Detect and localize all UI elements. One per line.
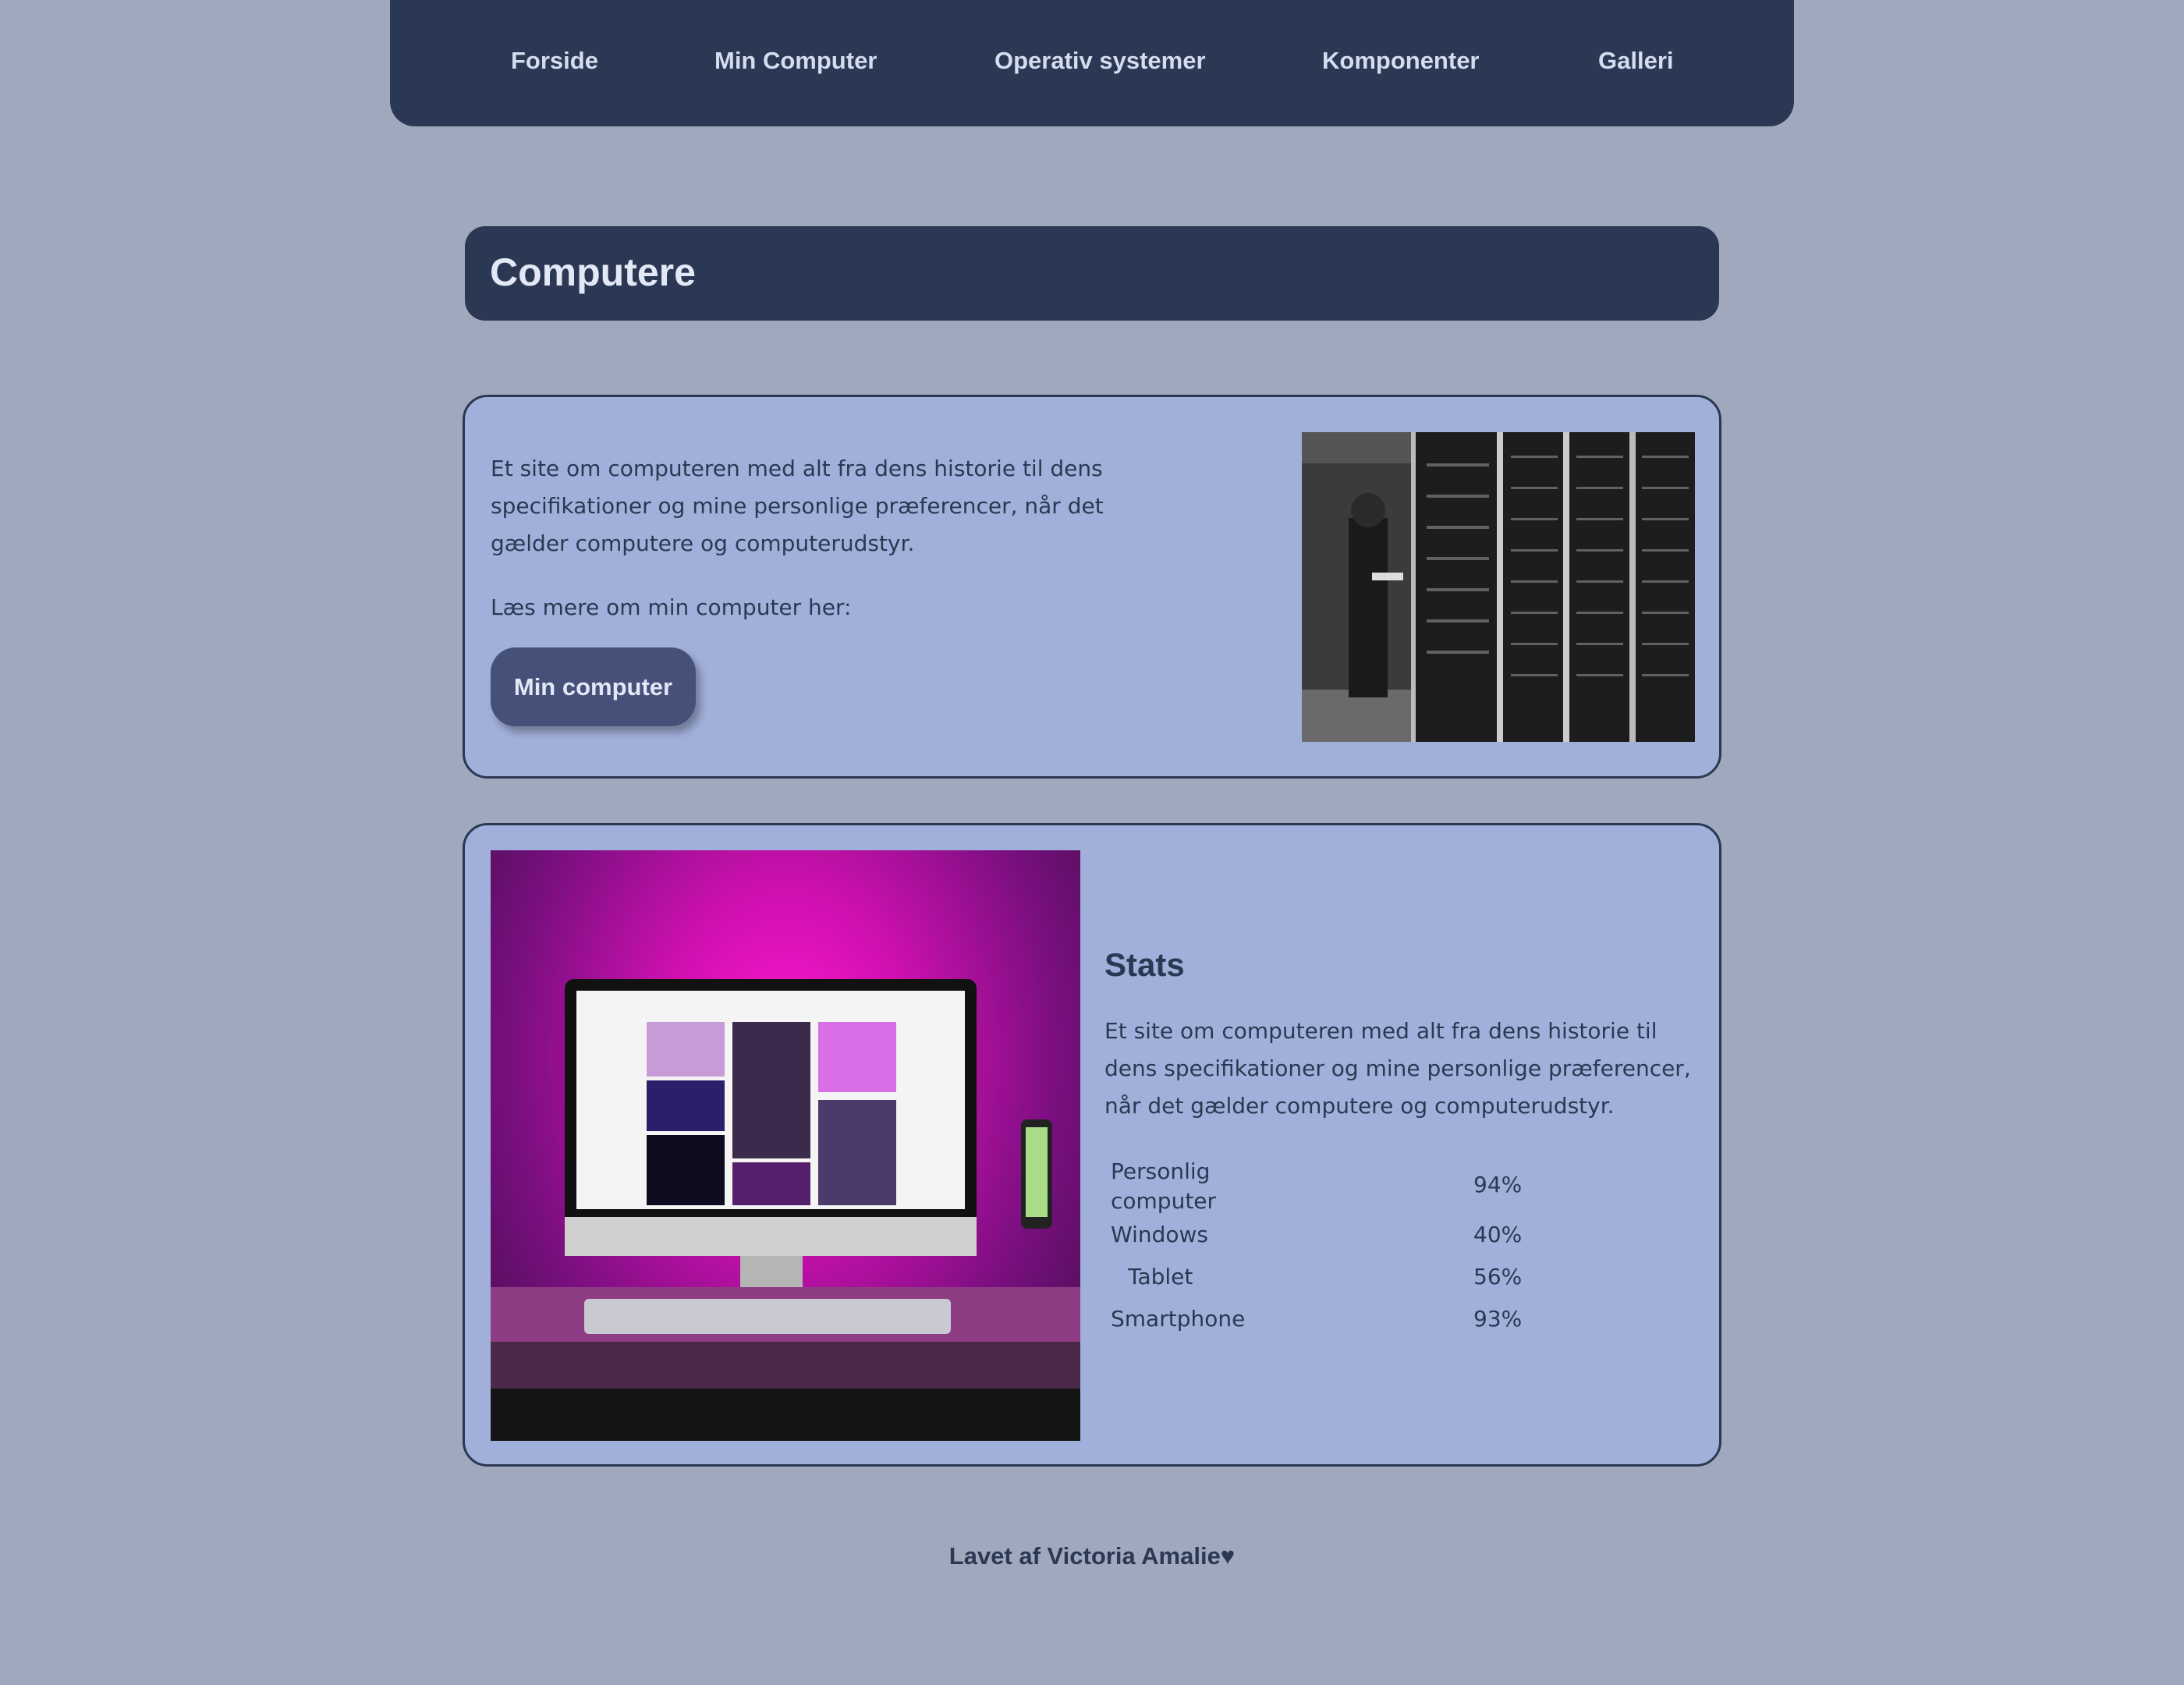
stats-table: Personlig computer 94% Windows 40% Table…: [1111, 1157, 1579, 1340]
stats-value: 94%: [1473, 1172, 1523, 1197]
nav-item-forside[interactable]: Forside: [511, 47, 598, 75]
stats-label: Tablet: [1128, 1264, 1193, 1289]
footer: Lavet af Victoria Amalie♥: [0, 1542, 2184, 1570]
intro-text: Et site om computeren med alt fra dens h…: [491, 456, 1104, 556]
nav-item-min-computer[interactable]: Min Computer: [714, 47, 877, 75]
stats-title: Stats: [1104, 946, 1185, 983]
stats-description: Et site om computeren med alt fra dens h…: [1104, 1018, 1691, 1119]
page: Forside Min Computer Operativ systemer K…: [0, 0, 2184, 1685]
stats-card: Stats Et site om computeren med alt fra …: [463, 823, 1721, 1467]
nav-item-komponenter[interactable]: Komponenter: [1322, 47, 1480, 75]
stats-label: Personlig computer: [1111, 1158, 1217, 1214]
stats-label: Smartphone: [1111, 1306, 1246, 1332]
page-title-bar: Computere: [465, 226, 1719, 321]
stats-row: Personlig computer 94%: [1111, 1157, 1579, 1214]
mainframe-photo-art: [1302, 432, 1695, 742]
stats-value: 56%: [1473, 1264, 1523, 1289]
intro-card: Et site om computeren med alt fra dens h…: [463, 395, 1721, 779]
pink-desk-computer-photo-art: [491, 979, 1080, 1441]
nav-item-operativ-systemer[interactable]: Operativ systemer: [994, 47, 1206, 75]
read-more-text: Læs mere om min computer her:: [491, 594, 852, 620]
footer-text: Lavet af Victoria Amalie♥: [948, 1542, 1236, 1570]
stats-row: Windows 40%: [1111, 1214, 1579, 1256]
page-title: Computere: [490, 250, 696, 294]
min-computer-button[interactable]: Min computer: [491, 647, 696, 726]
stats-row: Smartphone 93%: [1111, 1298, 1579, 1340]
pink-desk-computer-photo: [491, 850, 1080, 1441]
mainframe-photo: [1302, 432, 1695, 742]
stats-row: Tablet 56%: [1111, 1256, 1579, 1298]
stats-value: 40%: [1473, 1222, 1523, 1247]
stats-value: 93%: [1473, 1306, 1523, 1332]
top-navigation: Forside Min Computer Operativ systemer K…: [390, 0, 1794, 126]
nav-item-galleri[interactable]: Galleri: [1598, 47, 1674, 75]
stats-label: Windows: [1111, 1222, 1208, 1247]
